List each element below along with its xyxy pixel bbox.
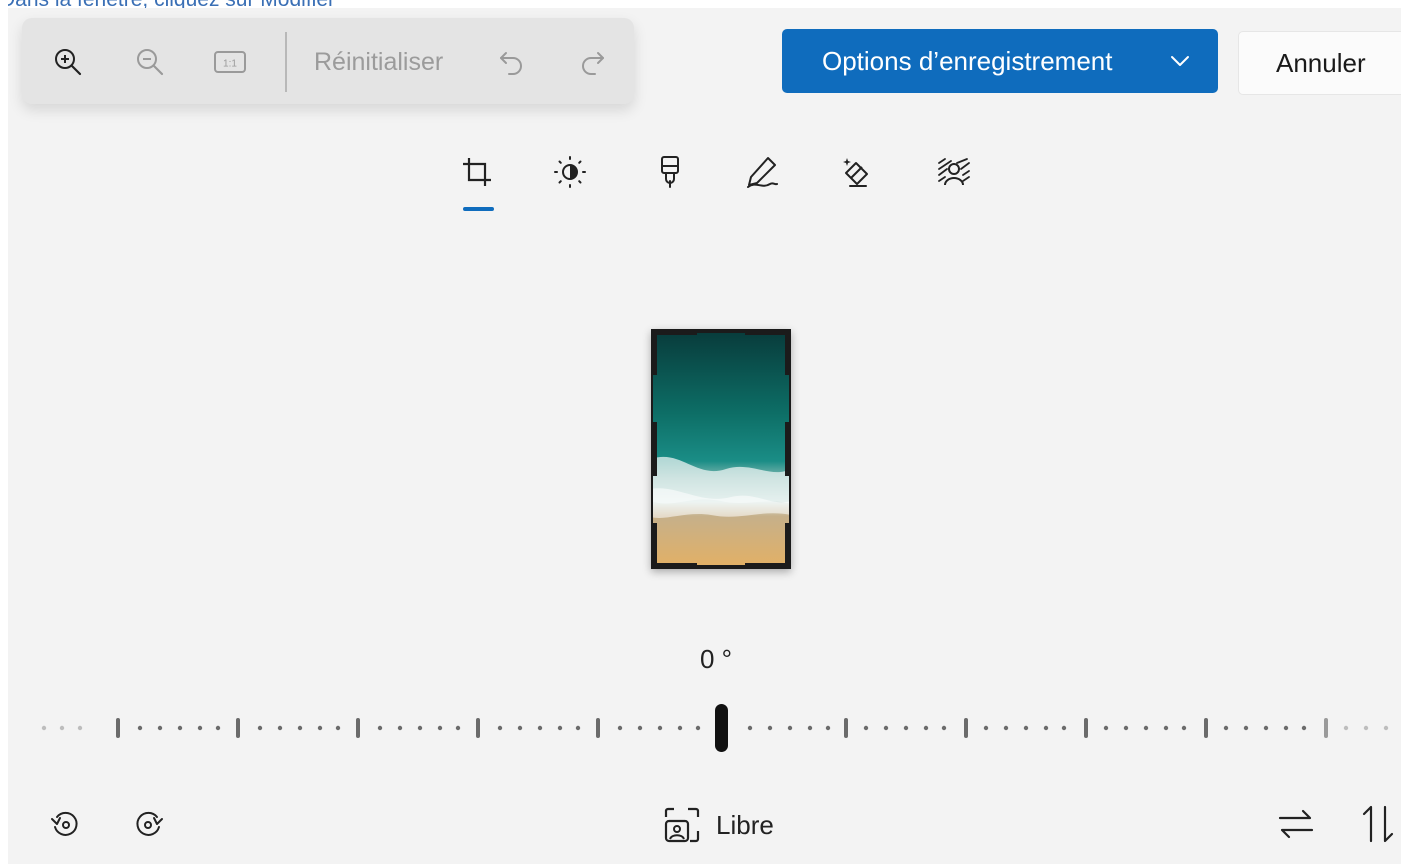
- aspect-ratio-label: Libre: [716, 809, 774, 840]
- tab-filter[interactable]: [650, 152, 690, 192]
- active-tab-indicator: [463, 207, 494, 211]
- chevron-down-icon: [1171, 56, 1189, 66]
- flip-vertical-icon: [1362, 805, 1394, 843]
- tab-erase[interactable]: [836, 152, 876, 192]
- crop-icon: [463, 158, 491, 186]
- reset-button[interactable]: Réinitialiser: [314, 48, 443, 77]
- undo-icon: [500, 52, 522, 75]
- zoom-out-button[interactable]: [132, 44, 168, 80]
- rotate-left-icon: [51, 811, 78, 836]
- zoom-out-icon: [137, 49, 164, 76]
- rotation-slider-thumb: [715, 704, 728, 752]
- flip-horizontal-icon: [1278, 809, 1314, 839]
- rotation-slider[interactable]: [40, 700, 1401, 756]
- markup-icon: [747, 157, 778, 188]
- cancel-button[interactable]: Annuler: [1238, 31, 1401, 95]
- background-tutorial-strip: Dans la fenêtre, cliquez sur Modifier: [0, 0, 1401, 8]
- actual-size-text: 1:1: [223, 59, 237, 70]
- erase-icon: [843, 158, 868, 187]
- undo-button[interactable]: [494, 44, 530, 80]
- zoom-in-button[interactable]: [50, 44, 86, 80]
- actual-size-button[interactable]: 1:1: [212, 44, 248, 80]
- actual-size-icon: 1:1: [214, 51, 246, 73]
- flip-vertical-button[interactable]: [1358, 804, 1398, 844]
- background-tutorial-text: Dans la fenêtre, cliquez sur Modifier: [0, 0, 335, 8]
- tab-markup[interactable]: [742, 152, 782, 192]
- tab-background[interactable]: [934, 152, 974, 192]
- window-left-edge: [0, 0, 8, 864]
- rotation-angle-readout: 0 °: [700, 644, 733, 674]
- tab-adjust[interactable]: [550, 152, 590, 192]
- aspect-ratio-icon: [664, 807, 700, 843]
- zoom-toolbar: 1:1 Réinitialiser: [22, 18, 634, 104]
- filter-icon: [661, 156, 679, 188]
- save-options-button[interactable]: Options d’enregistrement: [782, 29, 1218, 93]
- rotation-slider-ticks: [41, 704, 1389, 752]
- redo-button[interactable]: [574, 44, 610, 80]
- rotate-right-icon: [136, 811, 163, 836]
- image-crop-area[interactable]: [651, 329, 791, 569]
- tab-crop[interactable]: [457, 152, 497, 192]
- zoom-in-icon: [55, 49, 82, 76]
- rotate-left-button[interactable]: [46, 804, 86, 844]
- background-blur-icon: [938, 158, 970, 186]
- aspect-ratio-button[interactable]: Libre: [662, 803, 792, 847]
- redo-icon: [582, 52, 604, 75]
- beach-photo: [651, 329, 791, 569]
- rotate-right-button[interactable]: [128, 804, 168, 844]
- cancel-label: Annuler: [1276, 47, 1366, 78]
- toolbar-divider: [285, 32, 287, 92]
- brightness-icon: [554, 156, 586, 188]
- flip-horizontal-button[interactable]: [1276, 804, 1316, 844]
- save-options-label: Options d’enregistrement: [822, 45, 1113, 76]
